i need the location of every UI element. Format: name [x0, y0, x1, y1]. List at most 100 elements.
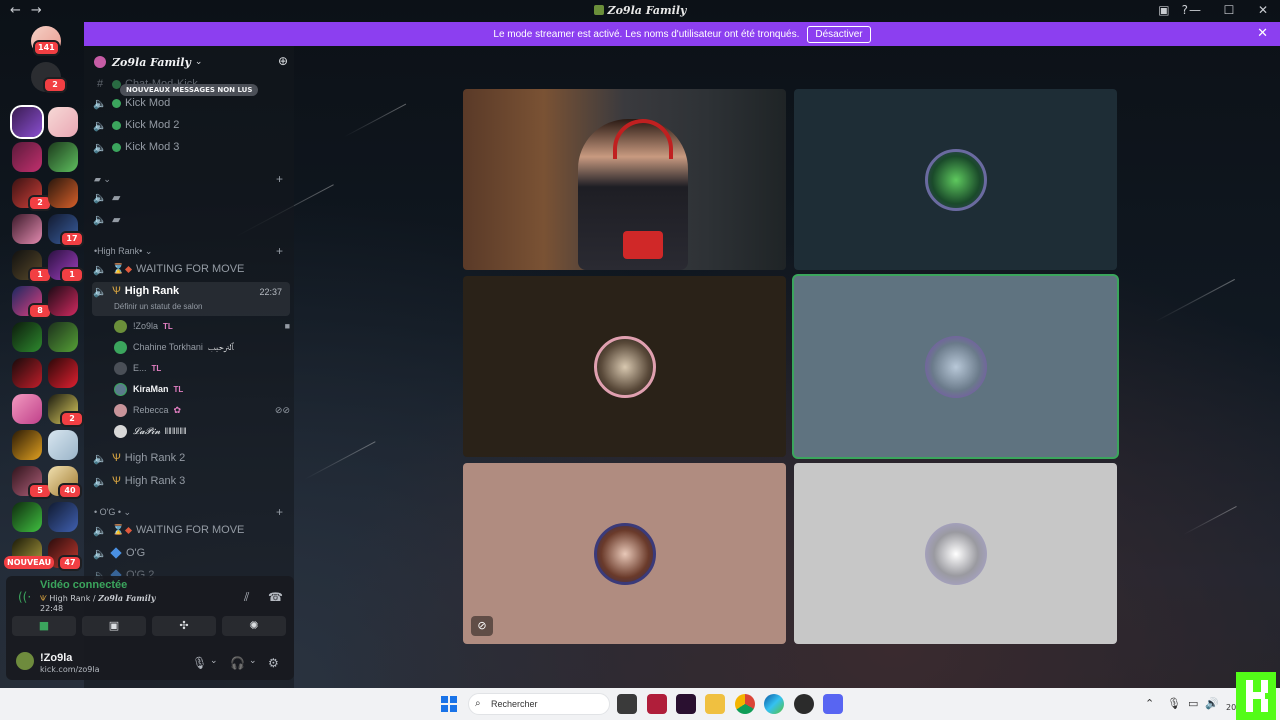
activities-button[interactable]: ✣: [152, 616, 216, 636]
voice-server: Zo9la Family: [98, 593, 156, 603]
close-icon[interactable]: ✕: [1257, 25, 1268, 41]
channel-leaf-1[interactable]: 🔈 ▰: [92, 187, 290, 207]
chevron-down-icon[interactable]: ⌄: [210, 656, 218, 666]
server-icon[interactable]: [12, 394, 42, 424]
file-explorer-icon[interactable]: [705, 694, 725, 714]
video-tile-user[interactable]: [794, 89, 1117, 270]
category-high-rank[interactable]: •High Rank• ⌄ +: [94, 244, 283, 258]
channel-og[interactable]: 🔈 O'G: [92, 543, 290, 563]
chevron-up-icon[interactable]: ⌃: [1145, 697, 1154, 710]
server-icon[interactable]: [12, 358, 42, 388]
disconnect-icon[interactable]: ☎: [268, 590, 283, 604]
voice-user[interactable]: !Zo9la TL ■: [114, 316, 290, 336]
app-icon[interactable]: [676, 694, 696, 714]
disable-streamer-button[interactable]: Désactiver: [807, 25, 871, 43]
channel-label: Kick Mod 2: [125, 119, 180, 131]
edge-icon[interactable]: [764, 694, 784, 714]
avatar: [114, 361, 127, 375]
display-icon[interactable]: ▭: [1188, 697, 1198, 710]
speaker-icon: 🔈: [93, 547, 107, 560]
channel-kick-mod-3[interactable]: 🔈 Kick Mod 3: [92, 137, 290, 157]
window-title-text: Zo9la Family: [607, 4, 687, 17]
stream-muted-icon[interactable]: ⊘: [471, 616, 493, 636]
channel-timer: 22:37: [259, 287, 282, 297]
channel-high-rank-2[interactable]: 🔈 Ѱ High Rank 2: [92, 448, 290, 468]
server-icon[interactable]: [12, 502, 42, 532]
camera-button[interactable]: ■: [12, 616, 76, 636]
server-icon[interactable]: [12, 430, 42, 460]
noise-suppression-icon[interactable]: ⫽: [244, 590, 249, 605]
server-icon[interactable]: [48, 107, 78, 137]
voice-user[interactable]: 𝓛𝓪𝓟𝓲𝓷 ‖‖‖‖‖‖: [114, 421, 290, 441]
server-icon[interactable]: [48, 286, 78, 316]
volume-icon[interactable]: 🔊: [1205, 697, 1219, 710]
new-pill[interactable]: NOUVEAU: [4, 556, 55, 569]
video-tile-user-speaking[interactable]: [794, 276, 1117, 457]
windows-start-icon[interactable]: [441, 696, 457, 712]
server-name: Zo9la Family: [112, 55, 191, 69]
chevron-down-icon: ⌄: [194, 57, 203, 67]
voice-user[interactable]: E... TL: [114, 358, 290, 378]
minimize-button[interactable]: —: [1188, 3, 1202, 17]
channel-high-rank-3[interactable]: 🔈 Ѱ High Rank 3: [92, 471, 290, 491]
server-icon[interactable]: [48, 178, 78, 208]
channel-waiting-for-move[interactable]: 🔈 ⌛ WAITING FOR MOVE: [92, 259, 290, 279]
voice-location[interactable]: Ѱ High Rank / Zo9la Family: [40, 593, 155, 603]
screen-share-button[interactable]: ▣: [82, 616, 146, 636]
add-channel-icon[interactable]: +: [276, 172, 283, 186]
server-icon[interactable]: [48, 358, 78, 388]
video-tile-user[interactable]: [794, 463, 1117, 644]
server-icon: [593, 5, 604, 15]
voice-user[interactable]: Chahine Torkhani ﭑﻟﺘﺮﺣﻴﺐ: [114, 337, 290, 357]
server-icon[interactable]: [12, 214, 42, 244]
server-icon[interactable]: [48, 430, 78, 460]
invite-icon[interactable]: ⊕: [278, 54, 288, 68]
maximize-button[interactable]: ☐: [1222, 3, 1236, 17]
discord-icon[interactable]: [823, 694, 843, 714]
server-icon[interactable]: [12, 142, 42, 172]
channel-status-prompt[interactable]: Définir un statut de salon: [114, 302, 203, 311]
chevron-down-icon[interactable]: ⌄: [249, 656, 257, 666]
gear-icon[interactable]: ⚙: [268, 656, 279, 670]
channel-label: WAITING FOR MOVE: [136, 524, 245, 536]
channel-label: Kick Mod 3: [125, 141, 180, 153]
channel-leaf-2[interactable]: 🔈 ▰: [92, 209, 290, 229]
category-og[interactable]: • O'G • ⌄ +: [94, 505, 283, 519]
server-badge: 47: [58, 555, 82, 571]
microphone-icon[interactable]: 🎙: [192, 656, 207, 670]
server-badge: 1: [60, 267, 84, 283]
video-tile-camera[interactable]: [463, 89, 786, 270]
voice-user[interactable]: Rebecca ✿ ⊘⊘: [114, 400, 290, 420]
red-diamond-icon: [124, 265, 133, 273]
close-button[interactable]: ✕: [1256, 3, 1270, 17]
task-view-icon[interactable]: [617, 694, 637, 714]
avatar[interactable]: [16, 652, 34, 670]
channel-kick-mod[interactable]: 🔈 Kick Mod: [92, 93, 290, 113]
windows-taskbar: ⌕ Rechercher ⌃ 🎙 ▭ 🔊: [0, 688, 1280, 720]
speaker-icon: 🔈: [93, 452, 107, 465]
server-icon[interactable]: [12, 322, 42, 352]
video-tile-user[interactable]: ⊘: [463, 463, 786, 644]
soundboard-button[interactable]: ✺: [222, 616, 286, 636]
category-leaf[interactable]: ▰ ⌄ +: [94, 172, 283, 186]
server-icon[interactable]: [48, 142, 78, 172]
add-channel-icon[interactable]: +: [276, 505, 283, 519]
app-icon[interactable]: [647, 694, 667, 714]
inbox-icon[interactable]: ▣: [1158, 3, 1169, 17]
taskbar-search[interactable]: ⌕ Rechercher: [468, 693, 610, 715]
taskbar-clock[interactable]: 20: [1226, 703, 1236, 712]
voice-status[interactable]: Vidéo connectée: [40, 579, 127, 591]
server-icon[interactable]: [48, 502, 78, 532]
obs-icon[interactable]: [794, 694, 814, 714]
server-icon[interactable]: [48, 322, 78, 352]
channel-kick-mod-2[interactable]: 🔈 Kick Mod 2: [92, 115, 290, 135]
microphone-icon[interactable]: 🎙: [1167, 697, 1181, 710]
channel-waiting-for-move-2[interactable]: 🔈 ⌛ WAITING FOR MOVE: [92, 520, 290, 540]
channel-high-rank[interactable]: 🔈 Ѱ High Rank 22:37 Définir un statut de s…: [92, 282, 290, 316]
add-channel-icon[interactable]: +: [276, 244, 283, 258]
voice-user[interactable]: KiraMan TL: [114, 379, 290, 399]
chrome-icon[interactable]: [735, 694, 755, 714]
server-icon[interactable]: [12, 107, 42, 137]
video-tile-user[interactable]: [463, 276, 786, 457]
headphones-icon[interactable]: 🎧: [230, 656, 245, 670]
